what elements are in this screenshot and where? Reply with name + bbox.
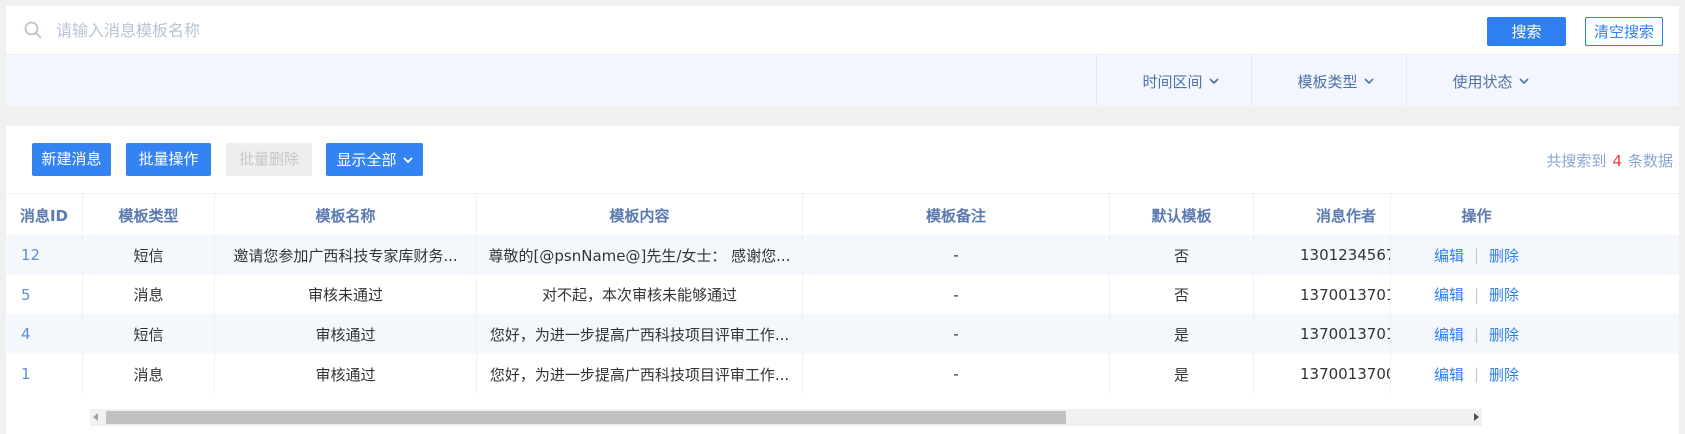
table-row[interactable]: 5 消息 审核未通过 对不起，本次审核未能够通过 - 否 13700137019… xyxy=(6,275,1679,314)
cell-actions: 编辑 | 删除 xyxy=(1391,314,1562,354)
edit-link[interactable]: 编辑 xyxy=(1434,245,1464,266)
chevron-down-icon xyxy=(1363,55,1374,106)
cell-remark: - xyxy=(803,354,1110,394)
scroll-left-arrow-icon[interactable] xyxy=(93,413,98,421)
search-button[interactable]: 搜索 xyxy=(1487,17,1566,46)
delete-link[interactable]: 删除 xyxy=(1489,284,1519,305)
column-header-id[interactable]: 消息ID xyxy=(6,194,83,236)
chevron-down-icon xyxy=(1518,55,1529,106)
batch-delete-button[interactable]: 批量删除 xyxy=(226,143,312,176)
cell-id[interactable]: 1 xyxy=(6,354,83,394)
scrollbar-thumb[interactable] xyxy=(106,411,1066,424)
cell-type: 短信 xyxy=(83,235,215,275)
cell-type: 消息 xyxy=(83,354,215,394)
cell-actions: 编辑 | 删除 xyxy=(1391,275,1562,314)
filter-label: 使用状态 xyxy=(1452,73,1513,91)
search-panel: 搜索 清空搜索 时间区间 模板类型 使用状态 xyxy=(6,6,1679,106)
action-divider: | xyxy=(1473,285,1480,304)
search-bar: 搜索 清空搜索 xyxy=(6,6,1679,55)
cell-author: 13700137019 xyxy=(1254,275,1391,314)
cell-author: 13700137019 xyxy=(1254,314,1391,354)
delete-link[interactable]: 删除 xyxy=(1489,324,1519,345)
delete-link[interactable]: 删除 xyxy=(1489,245,1519,266)
edit-link[interactable]: 编辑 xyxy=(1434,324,1464,345)
column-header-actions: 操作 xyxy=(1461,206,1492,225)
result-count-number: 4 xyxy=(1612,152,1622,170)
cell-remark: - xyxy=(803,275,1110,314)
cell-type: 短信 xyxy=(83,314,215,354)
column-header-name[interactable]: 模板名称 xyxy=(215,194,477,236)
cell-name: 邀请您参加广西科技专家库财务... xyxy=(215,235,477,275)
chevron-down-icon xyxy=(402,143,413,176)
new-message-button[interactable]: 新建消息 xyxy=(32,143,111,176)
batch-operation-button[interactable]: 批量操作 xyxy=(126,143,211,176)
cell-default: 否 xyxy=(1110,235,1254,275)
cell-content: 对不起，本次审核未能够通过 xyxy=(477,275,803,314)
result-count-prefix: 共搜索到 xyxy=(1546,152,1607,170)
cell-content: 您好，为进一步提高广西科技项目评审工作... xyxy=(477,314,803,354)
cell-default: 是 xyxy=(1110,354,1254,394)
message-template-table: 消息ID 模板类型 模板名称 模板内容 模板备注 默认模板 消息作者 操作 12… xyxy=(6,193,1679,408)
table-row[interactable]: 1 消息 审核通过 您好，为进一步提高广西科技项目评审工作... - 是 137… xyxy=(6,354,1679,394)
search-input[interactable] xyxy=(54,14,658,46)
chevron-down-icon xyxy=(1208,55,1219,106)
table-row[interactable]: 4 短信 审核通过 您好，为进一步提高广西科技项目评审工作... - 是 137… xyxy=(6,314,1679,354)
cell-remark: - xyxy=(803,235,1110,275)
cell-actions: 编辑 | 删除 xyxy=(1391,235,1562,275)
delete-link[interactable]: 删除 xyxy=(1489,364,1519,385)
cell-default: 是 xyxy=(1110,314,1254,354)
action-divider: | xyxy=(1473,325,1480,343)
filter-label: 时间区间 xyxy=(1142,73,1203,91)
table-row[interactable]: 12 短信 邀请您参加广西科技专家库财务... 尊敬的[@psnName@]先生… xyxy=(6,235,1679,275)
cell-name: 审核通过 xyxy=(215,314,477,354)
filter-template-type[interactable]: 模板类型 xyxy=(1251,55,1419,106)
cell-id[interactable]: 5 xyxy=(6,275,83,314)
cell-id[interactable]: 4 xyxy=(6,314,83,354)
column-header-type[interactable]: 模板类型 xyxy=(83,194,215,236)
cell-author: 13012345678 xyxy=(1254,235,1391,275)
column-header-content[interactable]: 模板内容 xyxy=(477,194,803,236)
filter-bar: 时间区间 模板类型 使用状态 xyxy=(6,55,1679,106)
filter-label: 模板类型 xyxy=(1297,73,1358,91)
cell-content: 您好，为进一步提高广西科技项目评审工作... xyxy=(477,354,803,394)
show-all-dropdown[interactable]: 显示全部 xyxy=(326,143,423,176)
cell-id[interactable]: 12 xyxy=(6,235,83,275)
result-count-suffix: 条数据 xyxy=(1627,152,1673,170)
column-header-remark[interactable]: 模板备注 xyxy=(803,194,1110,236)
clear-search-button[interactable]: 清空搜索 xyxy=(1585,17,1663,46)
cell-name: 审核通过 xyxy=(215,354,477,394)
cell-name: 审核未通过 xyxy=(215,275,477,314)
result-count: 共搜索到 4 条数据 xyxy=(1546,150,1673,171)
cell-default: 否 xyxy=(1110,275,1254,314)
cell-content: 尊敬的[@psnName@]先生/女士： 感谢您... xyxy=(477,235,803,275)
edit-link[interactable]: 编辑 xyxy=(1434,284,1464,305)
table-panel: 新建消息 批量操作 批量删除 显示全部 共搜索到 4 条数据 消息ID 模板类型 模… xyxy=(6,126,1679,434)
column-header-author[interactable]: 消息作者 xyxy=(1254,194,1391,236)
scroll-right-arrow-icon[interactable] xyxy=(1474,413,1479,421)
cell-remark: - xyxy=(803,314,1110,354)
cell-type: 消息 xyxy=(83,275,215,314)
cell-actions: 编辑 | 删除 xyxy=(1391,354,1562,394)
table-header: 消息ID 模板类型 模板名称 模板内容 模板备注 默认模板 消息作者 操作 xyxy=(6,193,1679,236)
horizontal-scrollbar[interactable] xyxy=(90,409,1482,426)
show-all-label: 显示全部 xyxy=(336,151,397,169)
action-divider: | xyxy=(1473,246,1480,264)
filter-time-range[interactable]: 时间区间 xyxy=(1096,55,1264,106)
edit-link[interactable]: 编辑 xyxy=(1434,364,1464,385)
action-divider: | xyxy=(1473,365,1480,383)
search-icon xyxy=(24,21,42,39)
filter-usage-status[interactable]: 使用状态 xyxy=(1406,55,1574,106)
cell-author: 13700137004 xyxy=(1254,354,1391,394)
column-header-default[interactable]: 默认模板 xyxy=(1110,194,1254,236)
